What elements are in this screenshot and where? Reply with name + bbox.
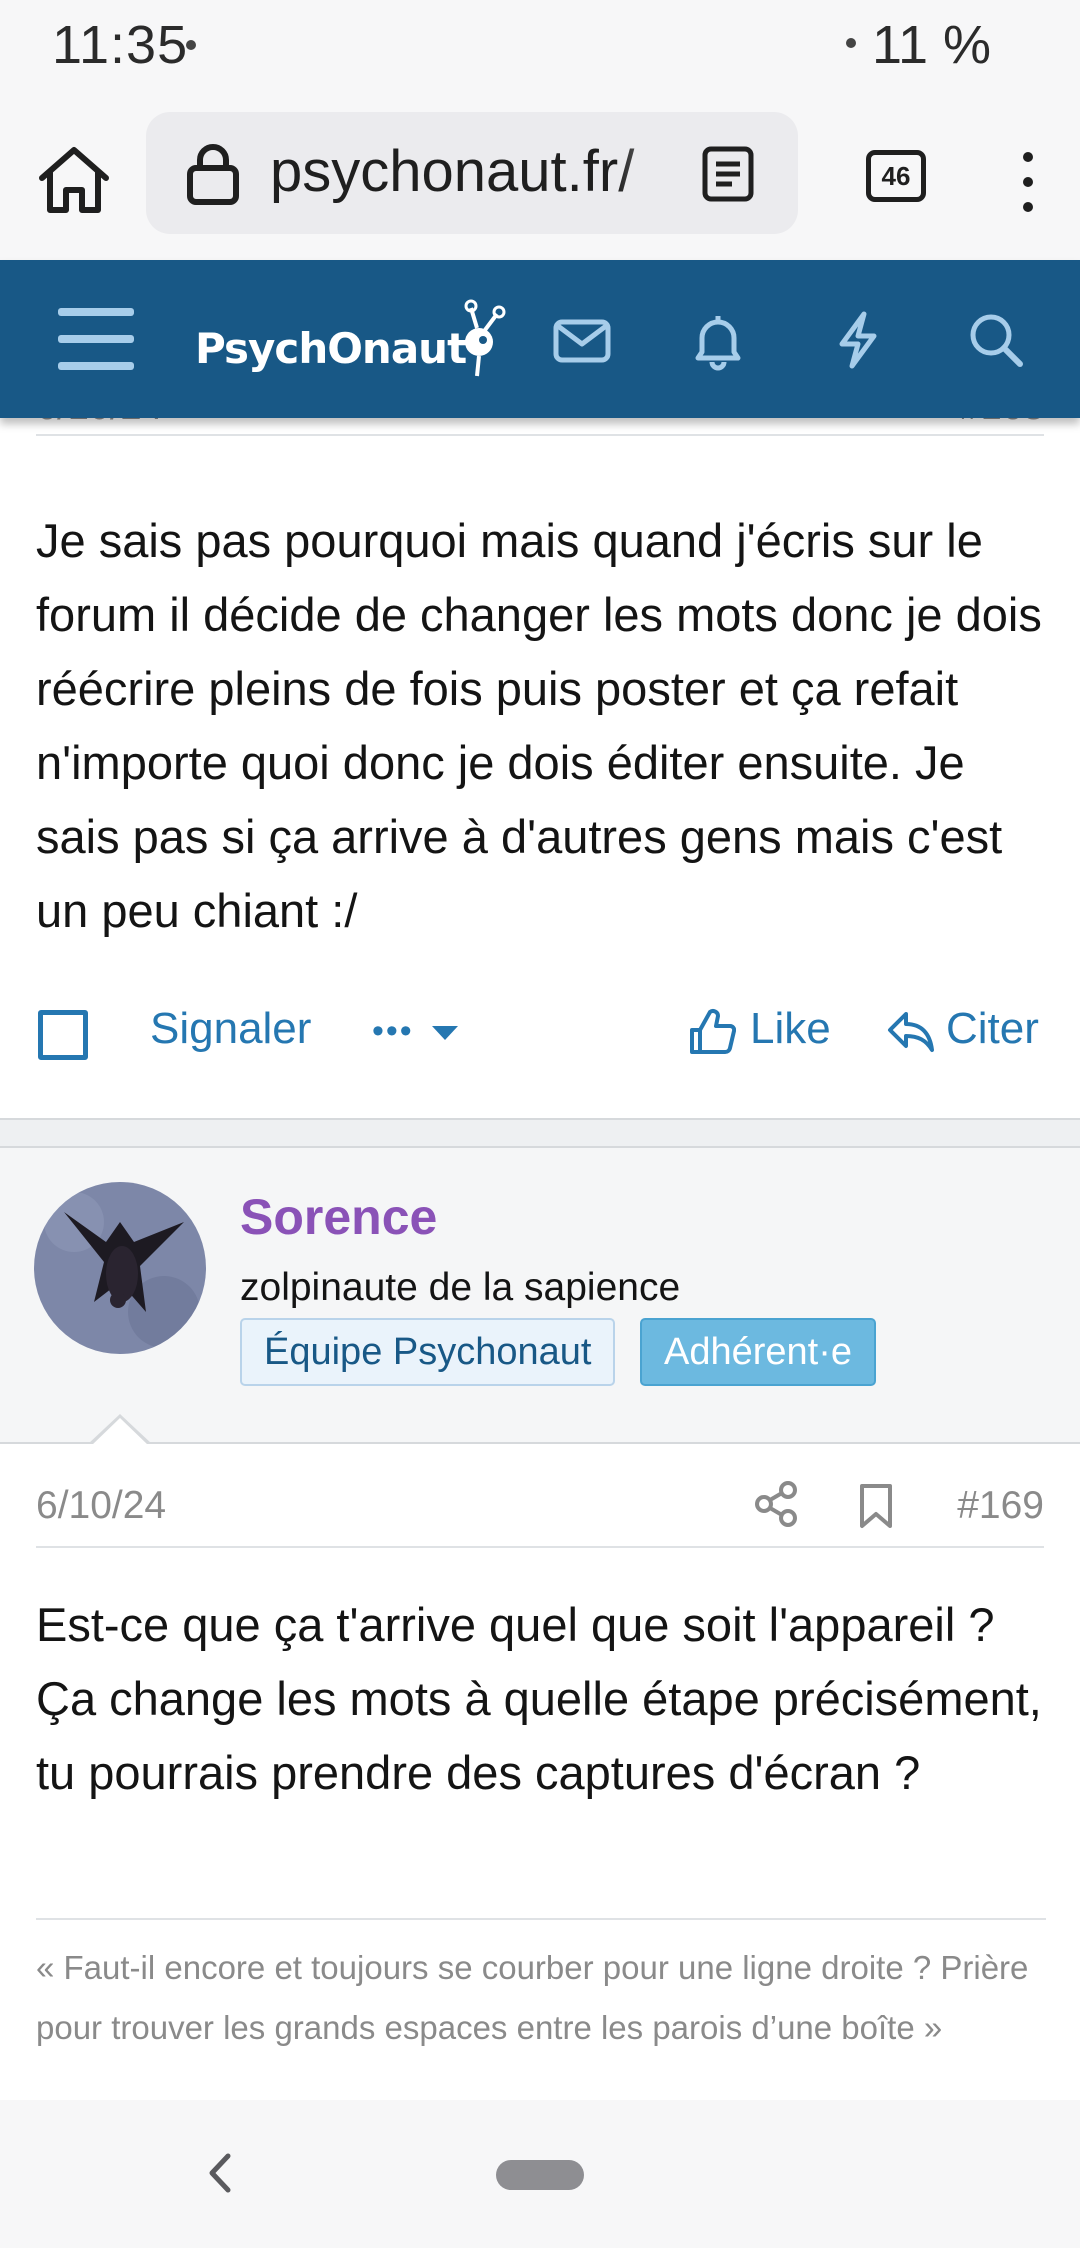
avatar[interactable]: [34, 1182, 206, 1354]
author-name[interactable]: Sorence: [240, 1188, 437, 1246]
post-separator: [0, 1118, 1080, 1148]
message-pointer-fill: [91, 1418, 149, 1446]
bell-icon[interactable]: [686, 308, 750, 372]
previous-post-body: Je sais pas pourquoi mais quand j'écris …: [36, 514, 1042, 937]
back-chevron-icon[interactable]: [200, 2148, 240, 2198]
post-author-block: Sorence zolpinaute de la sapience Équipe…: [0, 1148, 1080, 1446]
post-body: Est-ce que ça t'arrive quel que soit l'a…: [36, 1598, 1042, 1799]
url-text[interactable]: psychonaut.fr/: [270, 138, 670, 205]
notification-dot-icon: [846, 38, 856, 48]
home-icon[interactable]: [36, 142, 112, 218]
post-date[interactable]: 6/10/24: [36, 1484, 166, 1528]
url-fade: [616, 122, 706, 222]
notification-dot-icon: [186, 40, 196, 50]
post-signature: « Faut-il encore et toujours se courber …: [36, 1918, 1046, 2058]
member-badge: Adhérent·e: [640, 1318, 877, 1386]
lightning-icon[interactable]: [826, 308, 890, 372]
post-actions: Signaler ••• Like Citer: [0, 978, 1080, 1078]
team-badge: Équipe Psychonaut: [240, 1318, 616, 1386]
tab-switcher-button[interactable]: 46: [866, 150, 926, 202]
browser-toolbar: psychonaut.fr/ 46: [0, 100, 1080, 260]
hamburger-menu-icon[interactable]: [58, 308, 134, 370]
inbox-icon[interactable]: [550, 308, 614, 372]
status-bar: 11:35 11 %: [0, 0, 1080, 100]
logo-mascot-icon: [464, 299, 506, 377]
thumbs-up-icon[interactable]: [688, 1008, 736, 1056]
post-number[interactable]: #169: [957, 1484, 1044, 1528]
report-link[interactable]: Signaler: [150, 1004, 311, 1054]
status-time: 11:35: [52, 15, 189, 75]
site-header: PsychOnaut: [0, 260, 1080, 418]
author-title: zolpinaute de la sapience: [240, 1266, 681, 1309]
more-menu-icon[interactable]: [1008, 144, 1048, 220]
logo-text: PsychOnaut: [195, 324, 467, 373]
chevron-down-icon[interactable]: [430, 1024, 460, 1044]
quote-link[interactable]: Citer: [946, 1004, 1039, 1054]
battery-level: 11 %: [872, 15, 992, 75]
bookmark-icon[interactable]: [856, 1482, 896, 1530]
more-options-link[interactable]: •••: [372, 1012, 414, 1051]
address-bar[interactable]: psychonaut.fr/: [146, 112, 798, 234]
reader-mode-icon[interactable]: [700, 144, 756, 204]
search-icon[interactable]: [964, 308, 1028, 372]
home-gesture-pill[interactable]: [496, 2160, 584, 2190]
lock-icon[interactable]: [184, 142, 242, 206]
reply-icon[interactable]: [886, 1008, 936, 1054]
share-icon[interactable]: [752, 1478, 802, 1530]
post-meta: 6/10/24 #169: [36, 1478, 1044, 1548]
select-post-checkbox[interactable]: [38, 1010, 88, 1060]
system-nav-bar: [0, 2100, 1080, 2248]
like-link[interactable]: Like: [750, 1004, 831, 1054]
